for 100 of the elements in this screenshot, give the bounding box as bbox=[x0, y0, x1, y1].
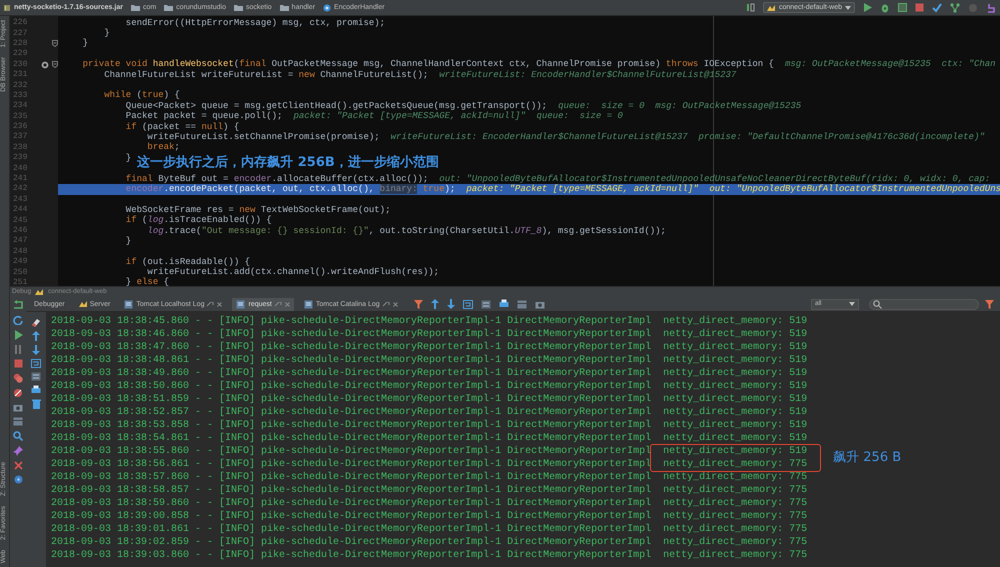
eraser-icon[interactable] bbox=[31, 317, 41, 327]
search-icon[interactable] bbox=[13, 431, 23, 441]
tab-close-icon[interactable] bbox=[217, 302, 222, 306]
stop-icon[interactable] bbox=[915, 3, 924, 12]
stop-icon[interactable] bbox=[14, 359, 22, 368]
folder-icon bbox=[130, 4, 140, 11]
log-line: 2018-09-03 18:38:58.857 - - [INFO] pike-schedule-DirectMemoryReporterImpl-1 DirectMemoryReporterImpl netty_direct_memory: 775 bbox=[51, 484, 808, 497]
layout-icon[interactable] bbox=[516, 300, 527, 308]
play-icon[interactable] bbox=[863, 3, 872, 12]
line-number: 250 bbox=[12, 268, 28, 277]
line-number: 229 bbox=[12, 50, 28, 58]
log-line: 2018-09-03 18:38:46.860 - - [INFO] pike-schedule-DirectMemoryReporterImpl-1 DirectMemoryReporterImpl netty_direct_memory: 519 bbox=[51, 328, 808, 341]
wrap-icon[interactable] bbox=[462, 300, 473, 308]
tab-pin-icon[interactable] bbox=[274, 302, 282, 306]
undo-icon[interactable] bbox=[986, 2, 996, 12]
print-icon[interactable] bbox=[498, 299, 509, 309]
scroll-icon[interactable] bbox=[31, 372, 41, 381]
print-icon[interactable] bbox=[31, 385, 41, 395]
class-icon bbox=[323, 4, 332, 12]
code-line: log.trace("Out message: {} sessionId: {}", out.toString(CharsetUtil.UTF_8), msg.getSessionId()); bbox=[146, 226, 666, 236]
jar-icon bbox=[3, 4, 11, 12]
line-number: 245 bbox=[12, 216, 28, 225]
line-number: 232 bbox=[12, 82, 28, 90]
fold-icon[interactable] bbox=[52, 61, 58, 68]
magnifier-icon bbox=[873, 300, 882, 308]
tab-close-icon[interactable] bbox=[392, 302, 398, 306]
line-number: 226 bbox=[12, 19, 28, 28]
line-number: 227 bbox=[12, 30, 28, 38]
fold-icon[interactable] bbox=[52, 40, 58, 48]
log-line: 2018-09-03 18:38:56.861 - - [INFO] pike-schedule-DirectMemoryReporterImpl-1 DirectMemoryReporterImpl netty_direct_memory: 775 bbox=[51, 458, 808, 471]
line-number: 241 bbox=[12, 175, 28, 184]
line-number: 234 bbox=[12, 102, 28, 110]
branch-icon[interactable] bbox=[950, 2, 960, 12]
scroll-icon[interactable] bbox=[480, 300, 491, 308]
log-line: 2018-09-03 18:38:53.858 - - [INFO] pike-schedule-DirectMemoryReporterImpl-1 DirectMemoryReporterImpl netty_direct_memory: 519 bbox=[51, 419, 808, 432]
line-number: 251 bbox=[12, 278, 28, 286]
line-number: 239 bbox=[12, 154, 28, 162]
line-number: 237 bbox=[12, 133, 28, 142]
line-number: 240 bbox=[12, 164, 28, 173]
check-icon[interactable] bbox=[932, 2, 942, 12]
folder-icon bbox=[280, 4, 289, 11]
filter-icon[interactable] bbox=[985, 300, 994, 308]
code-line: writeFutureList.add(ctx.channel().writeAndFlush(res)); bbox=[146, 268, 440, 278]
log-line: 2018-09-03 18:38:49.860 - - [INFO] pike-schedule-DirectMemoryReporterImpl-1 DirectMemoryReporterImpl netty_direct_memory: 519 bbox=[51, 367, 808, 380]
breakpoints-icon[interactable] bbox=[13, 373, 23, 383]
resume-icon[interactable] bbox=[14, 330, 22, 340]
line-number: 242 bbox=[12, 185, 28, 194]
line-number: 248 bbox=[12, 248, 28, 256]
trash-icon[interactable] bbox=[32, 399, 40, 409]
inline-value-hint: queue: size = 0 msg: OutPacketMessage@15235 bbox=[558, 102, 802, 111]
down-arrow-icon[interactable] bbox=[446, 299, 455, 309]
search-field[interactable] bbox=[869, 298, 979, 310]
annotation-text: 这一步执行之后，内存飙升 256B，进一步缩小范围 bbox=[137, 156, 439, 169]
tab-pin-icon[interactable] bbox=[207, 302, 214, 306]
inline-value-hint: out: "UnpooledByteBufAllocator$InstrumentedUnpooledUnsafeNoCleanerDirectByteBuf(ridx: 0, widx: 0, cap: bbox=[439, 174, 990, 184]
code-line: } else { bbox=[124, 278, 170, 286]
line-number: 249 bbox=[12, 258, 28, 266]
build-icon[interactable] bbox=[746, 3, 755, 12]
tab-pin-icon[interactable] bbox=[382, 302, 390, 306]
code-line: encoder.encodePacket(packet, out, ctx.alloc(), binary: true); bbox=[124, 184, 456, 194]
inline-value-hint: writeFutureList: EncoderHandler$ChannelFutureList@15237 bbox=[439, 70, 736, 80]
tab-close-icon[interactable] bbox=[284, 302, 290, 306]
inline-value-hint: packet: "Packet [type=MESSAGE, ackId=null]" out: "UnpooledByteBufAllocator$InstrumentedUnpooledUns bbox=[466, 184, 1000, 194]
camera-icon[interactable] bbox=[13, 403, 23, 412]
wrap-icon[interactable] bbox=[31, 359, 41, 368]
line-number: 231 bbox=[12, 71, 28, 80]
close-icon[interactable] bbox=[14, 461, 22, 470]
code-line: } bbox=[124, 236, 132, 246]
filter-icon[interactable] bbox=[414, 300, 423, 308]
caret-icon bbox=[845, 6, 851, 10]
code-line: break; bbox=[146, 143, 180, 152]
log-line: 2018-09-03 18:39:02.859 - - [INFO] pike-schedule-DirectMemoryReporterImpl-1 DirectMemoryReporterImpl netty_direct_memory: 775 bbox=[51, 536, 808, 549]
up-arrow-icon[interactable] bbox=[430, 299, 439, 309]
log-icon bbox=[236, 300, 246, 308]
line-number: 236 bbox=[12, 123, 28, 132]
log-line: 2018-09-03 18:38:51.859 - - [INFO] pike-schedule-DirectMemoryReporterImpl-1 DirectMemoryReporterImpl netty_direct_memory: 519 bbox=[51, 393, 808, 406]
rerun-icon[interactable] bbox=[13, 300, 23, 310]
pause-icon[interactable] bbox=[14, 345, 22, 354]
code-line: sendError((HttpErrorMessage) msg, ctx, promise); bbox=[124, 18, 386, 28]
line-number: 246 bbox=[12, 227, 28, 235]
log-line: 2018-09-03 18:38:48.861 - - [INFO] pike-schedule-DirectMemoryReporterImpl-1 DirectMemoryReporterImpl netty_direct_memory: 519 bbox=[51, 354, 808, 367]
inline-value-hint: packet: "Packet [type=MESSAGE, ackId=null]" queue: size = 0 bbox=[293, 112, 623, 122]
coverage-icon[interactable] bbox=[898, 3, 907, 12]
mute-icon[interactable] bbox=[13, 388, 23, 398]
code-line: if (packet == null) { bbox=[124, 122, 240, 132]
bug-icon[interactable] bbox=[880, 2, 890, 12]
log-line: 2018-09-03 18:38:50.860 - - [INFO] pike-schedule-DirectMemoryReporterImpl-1 DirectMemoryReporterImpl netty_direct_memory: 519 bbox=[51, 380, 808, 393]
down-arrow-icon[interactable] bbox=[32, 345, 40, 355]
layout-icon[interactable] bbox=[13, 417, 23, 426]
camera-icon[interactable] bbox=[534, 300, 545, 308]
up-arrow-icon[interactable] bbox=[32, 331, 40, 341]
line-number: 230 bbox=[12, 60, 28, 69]
override-icon[interactable] bbox=[41, 60, 49, 69]
refresh-icon[interactable] bbox=[13, 315, 23, 325]
code-line: Packet packet = queue.poll(); bbox=[124, 112, 282, 122]
log-line: 2018-09-03 18:38:57.860 - - [INFO] pike-schedule-DirectMemoryReporterImpl-1 DirectMemoryReporterImpl netty_direct_memory: 775 bbox=[51, 471, 808, 484]
line-number: 235 bbox=[12, 112, 28, 121]
line-number: 243 bbox=[12, 196, 28, 204]
log-line: 2018-09-03 18:38:52.857 - - [INFO] pike-schedule-DirectMemoryReporterImpl-1 DirectMemoryReporterImpl netty_direct_memory: 519 bbox=[51, 406, 808, 419]
code-line: } bbox=[82, 39, 88, 48]
